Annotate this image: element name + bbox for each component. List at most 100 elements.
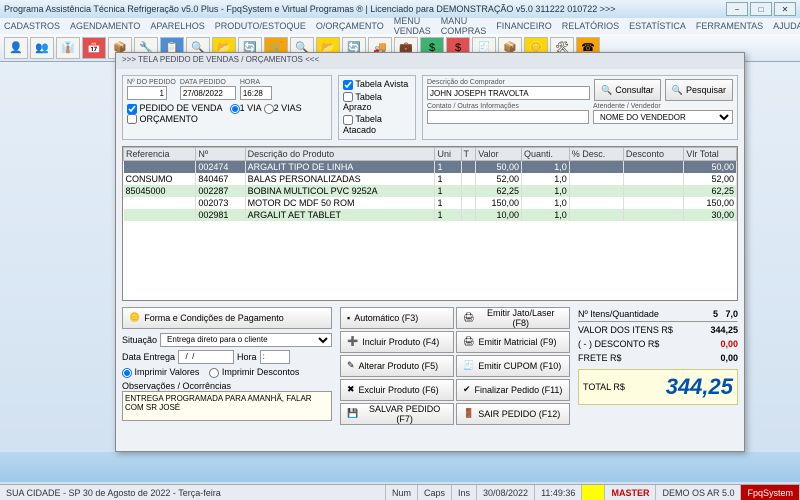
menu-orcamento[interactable]: O/ORÇAMENTO bbox=[316, 21, 384, 31]
hora-input[interactable] bbox=[240, 86, 272, 100]
grid-header[interactable]: Valor bbox=[476, 147, 522, 160]
grid-header[interactable]: T bbox=[461, 147, 476, 160]
via2-radio[interactable] bbox=[264, 104, 274, 114]
menu-vendas[interactable]: MENU VENDAS bbox=[394, 16, 431, 36]
menu-produto[interactable]: PRODUTO/ESTOQUE bbox=[215, 21, 306, 31]
receipt-icon: 🧾 bbox=[463, 360, 474, 371]
total-value: 344,25 bbox=[666, 374, 733, 400]
menu-compras[interactable]: MANU COMPRAS bbox=[441, 16, 487, 36]
table-row[interactable]: 002474ARGALIT TIPO DE LINHA150,001,050,0… bbox=[124, 160, 737, 173]
situacao-label: Situação bbox=[122, 335, 157, 345]
grid-header[interactable]: Uni bbox=[435, 147, 461, 160]
menu-cadastros[interactable]: CADASTROS bbox=[4, 21, 60, 31]
exit-icon: 🚪 bbox=[463, 408, 474, 419]
sair-pedido-button[interactable]: 🚪SAIR PEDIDO (F12) bbox=[456, 403, 570, 425]
tabela-aprazo-checkbox[interactable] bbox=[343, 92, 353, 102]
salvar-pedido-button[interactable]: 💾SALVAR PEDIDO (F7) bbox=[340, 403, 454, 425]
check-icon: ✔ bbox=[463, 384, 471, 395]
printer-icon: 🖨 bbox=[463, 312, 474, 323]
delete-icon: ✖ bbox=[347, 384, 355, 395]
imprimir-descontos-label: Imprimir Descontos bbox=[222, 367, 300, 377]
tabela-avista-label: Tabela Avista bbox=[355, 79, 408, 89]
status-progress bbox=[582, 485, 605, 500]
emitir-jato-button[interactable]: 🖨Emitir Jato/Laser (F8) bbox=[456, 307, 570, 329]
num-pedido-label: Nº DO PEDIDO bbox=[127, 79, 176, 86]
incluir-produto-button[interactable]: ➕Incluir Produto (F4) bbox=[340, 331, 454, 353]
table-row[interactable]: 85045000002287BOBINA MULTICOL PVC 9252A1… bbox=[124, 185, 737, 197]
grid-header[interactable]: % Desc. bbox=[569, 147, 623, 160]
pesquisar-button[interactable]: 🔍Pesquisar bbox=[665, 79, 733, 101]
tabela-avista-checkbox[interactable] bbox=[343, 80, 353, 90]
menu-financeiro[interactable]: FINANCEIRO bbox=[496, 21, 552, 31]
grid-header[interactable]: Nº bbox=[196, 147, 245, 160]
status-brand: FpqSystem bbox=[741, 485, 800, 500]
hora-label: HORA bbox=[240, 79, 272, 86]
status-num: Num bbox=[386, 485, 418, 500]
nitens-label: Nº Itens/Quantidade bbox=[578, 309, 659, 319]
via2-label: 2 VIAS bbox=[274, 103, 302, 113]
menu-ajuda[interactable]: AJUDA bbox=[773, 21, 800, 31]
toolbar-funcionarios-icon[interactable]: 👥 bbox=[30, 37, 54, 59]
via1-radio[interactable] bbox=[230, 104, 240, 114]
table-row[interactable]: 002981ARGALIT AET TABLET110,001,030,00 bbox=[124, 209, 737, 221]
imprimir-descontos-radio[interactable] bbox=[209, 368, 219, 378]
obs-label: Observações / Ocorrências bbox=[122, 381, 231, 391]
table-row[interactable]: CONSUMO840467BALAS PERSONALIZADAS152,001… bbox=[124, 173, 737, 185]
table-row[interactable]: 002073MOTOR DC MDF 50 ROM1150,001,0150,0… bbox=[124, 197, 737, 209]
total-label: TOTAL R$ bbox=[583, 382, 625, 392]
grid-header[interactable]: Quanti. bbox=[521, 147, 569, 160]
grid-header[interactable]: Referencia bbox=[124, 147, 196, 160]
grid-header[interactable]: Vlr Total bbox=[684, 147, 737, 160]
tabela-atacado-checkbox[interactable] bbox=[343, 115, 353, 125]
emitir-matricial-button[interactable]: 🖨Emitir Matricial (F9) bbox=[456, 331, 570, 353]
grid-header[interactable]: Descrição do Produto bbox=[245, 147, 435, 160]
comprador-input[interactable] bbox=[427, 86, 590, 100]
plus-icon: ➕ bbox=[347, 336, 358, 347]
product-grid[interactable]: ReferenciaNºDescrição do ProdutoUniTValo… bbox=[122, 146, 738, 301]
minimize-button[interactable]: − bbox=[726, 2, 748, 16]
alterar-produto-button[interactable]: ✎Alterar Produto (F5) bbox=[340, 355, 454, 377]
pedido-venda-label: PEDIDO DE VENDA bbox=[140, 103, 223, 113]
hora2-input[interactable] bbox=[260, 350, 290, 364]
toolbar-clientes-icon[interactable]: 👤 bbox=[4, 37, 28, 59]
automatico-button[interactable]: ▪Automático (F3) bbox=[340, 307, 454, 329]
menu-ferramentas[interactable]: FERRAMENTAS bbox=[696, 21, 763, 31]
menu-relatorios[interactable]: RELATÓRIOS bbox=[562, 21, 619, 31]
num-pedido-input[interactable] bbox=[127, 86, 167, 100]
imprimir-valores-radio[interactable] bbox=[122, 368, 132, 378]
edit-icon: ✎ bbox=[347, 360, 355, 371]
pedido-venda-checkbox[interactable] bbox=[127, 104, 137, 114]
menu-aparelhos[interactable]: APARELHOS bbox=[150, 21, 204, 31]
data-pedido-input[interactable] bbox=[180, 86, 236, 100]
emitir-cupom-button[interactable]: 🧾Emitir CUPOM (F10) bbox=[456, 355, 570, 377]
status-time: 11:49:36 bbox=[535, 485, 582, 500]
status-master: MASTER bbox=[605, 485, 656, 500]
grid-header[interactable]: Desconto bbox=[623, 147, 683, 160]
search-icon: 🔍 bbox=[601, 85, 612, 96]
frete-label: FRETE R$ bbox=[578, 353, 622, 363]
atendente-select[interactable]: NOME DO VENDEDOR bbox=[593, 110, 733, 124]
toolbar-agenda-icon[interactable]: 📅 bbox=[82, 37, 106, 59]
orcamento-checkbox[interactable] bbox=[127, 114, 137, 124]
desconto-value: 0,00 bbox=[720, 339, 738, 349]
orcamento-label: ORÇAMENTO bbox=[140, 114, 198, 124]
excluir-produto-button[interactable]: ✖Excluir Produto (F6) bbox=[340, 379, 454, 401]
data-pedido-label: DATA PEDIDO bbox=[180, 79, 236, 86]
via1-label: 1 VIA bbox=[240, 103, 262, 113]
status-location: SUA CIDADE - SP 30 de Agosto de 2022 - T… bbox=[0, 485, 386, 500]
toolbar-fornecedores-icon[interactable]: 👔 bbox=[56, 37, 80, 59]
obs-textarea[interactable]: ENTREGA PROGRAMADA PARA AMANHÃ, FALAR CO… bbox=[122, 391, 332, 421]
contato-input[interactable] bbox=[427, 110, 589, 124]
forma-pagamento-button[interactable]: 🪙Forma e Condições de Pagamento bbox=[122, 307, 332, 329]
finalizar-pedido-button[interactable]: ✔Finalizar Pedido (F11) bbox=[456, 379, 570, 401]
consultar-button[interactable]: 🔍Consultar bbox=[594, 79, 661, 101]
maximize-button[interactable]: □ bbox=[750, 2, 772, 16]
frete-value: 0,00 bbox=[720, 353, 738, 363]
situacao-select[interactable]: Entrega direto para o cliente bbox=[160, 333, 332, 347]
close-button[interactable]: ✕ bbox=[774, 2, 796, 16]
menu-estatistica[interactable]: ESTATÍSTICA bbox=[629, 21, 686, 31]
menu-agendamento[interactable]: AGENDAMENTO bbox=[70, 21, 140, 31]
status-caps: Caps bbox=[418, 485, 452, 500]
data-entrega-input[interactable] bbox=[178, 350, 234, 364]
barcode-icon: ▪ bbox=[347, 313, 350, 323]
